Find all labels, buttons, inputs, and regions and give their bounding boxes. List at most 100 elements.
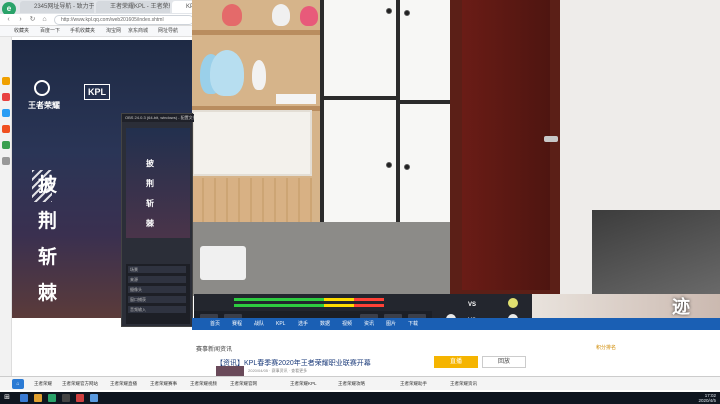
browser-menu-icon[interactable]: ⌂ (12, 379, 24, 389)
power-strip (200, 246, 246, 280)
obs-source-row[interactable]: 场景 (128, 266, 186, 273)
site-nav-item[interactable]: 首页 (210, 318, 220, 330)
obs-source-row[interactable]: 来源 (128, 276, 186, 283)
figurine (210, 50, 244, 96)
app-icon[interactable] (90, 394, 98, 402)
more-icon[interactable] (2, 157, 10, 165)
refresh-icon[interactable]: ↻ (28, 15, 37, 24)
back-icon[interactable]: ‹ (4, 15, 13, 24)
door-handle (544, 136, 558, 142)
bookmark-item[interactable]: 淘宝网 (106, 26, 121, 37)
obs-preview-char: 棘 (146, 219, 154, 228)
site-nav-item[interactable]: 下载 (408, 318, 418, 330)
windows-start-icon[interactable]: ⊞ (0, 392, 14, 404)
game-icon[interactable] (2, 141, 10, 149)
audio-meter (234, 304, 384, 307)
bottom-link[interactable]: 王者荣耀直播 (110, 379, 137, 389)
figurine (272, 4, 290, 26)
clock-date: 2020/4/5 (698, 398, 716, 403)
bottom-link[interactable]: 王者荣耀助手 (400, 379, 427, 389)
site-nav-item[interactable]: 赛程 (232, 318, 242, 330)
site-navigation: 首页 赛程 战队 KPL 选手 数据 视频 资讯 图片 下载 (192, 318, 720, 330)
figurine (252, 60, 266, 90)
site-nav-item[interactable]: 数据 (320, 318, 330, 330)
browser-icon[interactable] (48, 394, 56, 402)
site-nav-item[interactable]: 选手 (298, 318, 308, 330)
ranking-label[interactable]: 积分排名 (596, 344, 616, 351)
weibo-icon[interactable] (2, 93, 10, 101)
obs-source-list: 场景 来源 摄像头 窗口捕获 音频输入 (126, 264, 190, 324)
wooden-door (462, 0, 550, 290)
banner-art (532, 294, 720, 318)
folder-icon[interactable] (34, 394, 42, 402)
news-heading: 赛事新闻资讯 (196, 347, 233, 353)
tab-kpl[interactable]: 王者荣耀KPL - 王者荣耀 (96, 1, 170, 13)
tab-navigation[interactable]: 2345网址导航 - 致力于提供 (20, 1, 94, 13)
home-icon[interactable]: ⌂ (40, 15, 49, 24)
live-button[interactable]: 直播 (434, 356, 478, 368)
wardrobe-knob (386, 162, 392, 168)
bottom-link[interactable]: 王者荣耀视频 (190, 379, 217, 389)
replay-button[interactable]: 回放 (482, 356, 526, 368)
browser-window: e 2345网址导航 - 致力于提供 王者荣耀KPL - 王者荣耀 KPL直播_… (0, 0, 720, 392)
chat-icon[interactable] (2, 109, 10, 117)
site-nav-item[interactable]: 视频 (342, 318, 352, 330)
bookmark-item[interactable]: 网址导航 (158, 26, 178, 37)
search-icon[interactable] (20, 394, 28, 402)
bottom-link[interactable]: 王者荣耀攻略 (338, 379, 365, 389)
dark-floor-object (592, 210, 720, 296)
news-section: 赛事新闻资讯 【资讯】KPL春季赛2020年王者荣耀职业联赛开幕 2020/04… (192, 330, 720, 376)
sidebar-icon-strip (0, 37, 12, 377)
honor-of-kings-logo-icon (34, 80, 50, 96)
figurine (222, 4, 242, 26)
bottom-link[interactable]: 王者荣耀 (34, 379, 52, 389)
windows-taskbar: ⊞ 17:02 2020/4/5 (0, 392, 720, 404)
bottom-link[interactable]: 王者荣耀KPL (290, 379, 317, 389)
obs-preview-char: 荆 (146, 179, 154, 188)
wardrobe-panel (324, 100, 396, 224)
app-icon[interactable] (76, 394, 84, 402)
obs-preview-char: 披 (146, 159, 154, 168)
bottom-link[interactable]: 王者荣耀赛事 (150, 379, 177, 389)
poster-char: 披 (38, 174, 58, 196)
bookmark-item[interactable]: 京东商城 (128, 26, 148, 37)
kpl-badge: KPL (84, 84, 110, 100)
site-nav-item[interactable]: 战队 (254, 318, 264, 330)
bookmark-item[interactable]: 手机收藏夹 (70, 26, 95, 37)
wardrobe-knob (404, 164, 410, 170)
paper (276, 94, 316, 104)
url-input[interactable]: http://www.kpl.qq.com/web201605/index.sh… (54, 15, 194, 25)
poster-logo-text: 王者荣耀 (28, 101, 60, 110)
browser-bottom-bar: ⌂ 王者荣耀 王者荣耀官方网站 王者荣耀直播 王者荣耀赛事 王者荣耀视频 王者荣… (0, 376, 720, 390)
bookmark-item[interactable]: 收藏夹 (14, 26, 29, 37)
vs-label: VS (468, 302, 477, 308)
bookmark-item[interactable]: 百度一下 (40, 26, 60, 37)
obs-source-row[interactable]: 摄像头 (128, 286, 186, 293)
obs-source-row[interactable]: 音频输入 (128, 306, 186, 313)
poster-char: 棘 (38, 282, 58, 304)
wardrobe-knob (404, 10, 410, 16)
video-icon[interactable] (2, 125, 10, 133)
forward-icon[interactable]: › (16, 15, 25, 24)
star-icon[interactable] (2, 77, 10, 85)
shelf-board (192, 30, 324, 35)
bottom-link[interactable]: 王者荣耀资讯 (450, 379, 477, 389)
wardrobe-knob (386, 8, 392, 14)
site-nav-item[interactable]: 图片 (386, 318, 396, 330)
webcam-feed (192, 0, 720, 296)
obs-title-bar: OBS 24.0.3 (64-bit, windows) - 配置文件 (122, 114, 194, 122)
obs-preview-char: 斩 (146, 199, 154, 208)
obs-preview: 披 荆 斩 棘 (126, 128, 190, 238)
obs-source-row[interactable]: 窗口捕获 (128, 296, 186, 303)
news-thumbnail[interactable] (216, 366, 244, 376)
team-icon[interactable] (508, 298, 518, 308)
bottom-link[interactable]: 王者荣耀官网 (230, 379, 257, 389)
site-nav-item[interactable]: KPL (276, 318, 285, 330)
obs-window: OBS 24.0.3 (64-bit, windows) - 配置文件 披 荆 … (121, 113, 194, 327)
site-nav-item[interactable]: 资讯 (364, 318, 374, 330)
banner-char: 迹 (672, 297, 690, 318)
obs-icon[interactable] (62, 394, 70, 402)
audio-meter (234, 298, 384, 301)
bottom-link[interactable]: 王者荣耀官方网站 (62, 379, 98, 389)
system-clock[interactable]: 17:02 2020/4/5 (664, 393, 716, 403)
